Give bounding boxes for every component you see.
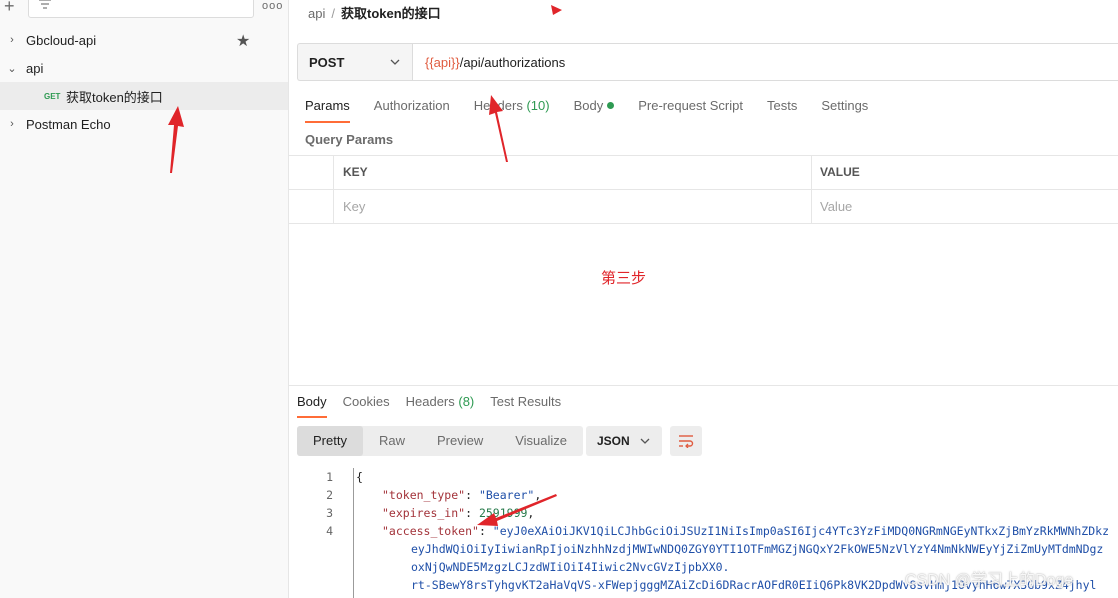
- json-key: "token_type": [382, 488, 466, 502]
- json-string: "eyJ0eXAiOiJKV1QiLCJhbGciOiJSUzI1NiIsImp…: [492, 524, 1109, 538]
- url-path: /api/authorizations: [459, 54, 566, 70]
- table-row: Key Value: [289, 189, 1118, 224]
- line-number: 4: [326, 524, 333, 538]
- format-select[interactable]: JSON: [586, 426, 662, 456]
- chevron-right-icon[interactable]: ›: [6, 118, 18, 130]
- response-tab-body[interactable]: Body: [297, 394, 327, 418]
- format-value: JSON: [597, 434, 630, 448]
- breadcrumb-separator: /: [331, 6, 335, 21]
- tab-count: (10): [526, 98, 550, 113]
- code-line: "expires_in": 2591999,: [382, 506, 535, 520]
- breadcrumb-current[interactable]: 获取token的接口: [341, 6, 441, 21]
- tab-body[interactable]: Body: [574, 98, 615, 122]
- tab-label: Params: [305, 98, 350, 113]
- chevron-down-icon: [390, 59, 400, 65]
- tab-settings[interactable]: Settings: [821, 98, 868, 122]
- method-badge: GET: [44, 91, 61, 101]
- wrap-lines-icon: [679, 435, 694, 448]
- code-line-wrapped: eyJhdWQiOiIyIiwianRpIjoiNzhhNzdjMWIwNDQ0…: [411, 542, 1104, 556]
- tab-label: Headers: [405, 394, 455, 409]
- tab-label: Pre-request Script: [638, 98, 743, 113]
- breadcrumb: api / 获取token的接口: [308, 3, 441, 22]
- tab-tests[interactable]: Tests: [767, 98, 797, 122]
- view-raw-button[interactable]: Raw: [363, 426, 421, 456]
- request-tabs: Params Authorization Headers (10) Body P…: [305, 98, 892, 123]
- url-input[interactable]: {{api}}/api/authorizations: [412, 43, 1118, 81]
- tab-label: Body: [297, 394, 327, 409]
- tab-params[interactable]: Params: [305, 98, 350, 123]
- annotation-step-label: 第三步: [601, 270, 647, 287]
- request-item-get-token[interactable]: GET 获取token的接口: [0, 82, 288, 110]
- tab-label: Body: [573, 98, 604, 113]
- wrap-lines-button[interactable]: [670, 426, 702, 456]
- request-label: 获取token的接口: [66, 89, 163, 105]
- response-tab-cookies[interactable]: Cookies: [343, 394, 390, 416]
- collection-label: Postman Echo: [26, 116, 111, 132]
- code-line: "token_type": "Bearer",: [382, 488, 542, 502]
- tab-label: Test Results: [490, 394, 562, 409]
- json-brace: {: [356, 470, 363, 484]
- response-divider[interactable]: [289, 385, 1118, 386]
- body-indicator-dot-icon: [607, 102, 615, 109]
- tab-label: Cookies: [342, 394, 390, 409]
- json-string: "Bearer": [478, 488, 535, 502]
- view-visualize-button[interactable]: Visualize: [499, 426, 583, 456]
- method-value: POST: [309, 54, 345, 70]
- collection-label: api: [26, 60, 44, 76]
- collection-gbcloud-api[interactable]: › Gbcloud-api ★: [0, 26, 288, 54]
- watermark: CSDN @学习上的Doge: [905, 572, 1074, 589]
- url-variable: {{api}}: [425, 54, 460, 70]
- collection-label: Gbcloud-api: [26, 32, 97, 48]
- response-view-toggle: Pretty Raw Preview Visualize: [297, 426, 584, 456]
- add-icon[interactable]: +: [4, 0, 15, 17]
- chevron-down-icon[interactable]: ⌄: [6, 62, 18, 75]
- tab-count: (8): [458, 394, 475, 409]
- line-number: 1: [326, 470, 333, 484]
- response-tabs: Body Cookies Headers (8) Test Results: [297, 394, 577, 418]
- query-params-title: Query Params: [305, 132, 394, 147]
- table-header-row: KEY VALUE: [289, 155, 1118, 189]
- chevron-down-icon: [640, 438, 650, 444]
- tab-label: Headers: [473, 98, 523, 113]
- param-key-input[interactable]: Key: [333, 190, 820, 223]
- code-line-wrapped: oxNjQwNDE5MzgzLCJzdWIiOiI4Iiwic2NvcGVzIj…: [411, 560, 730, 574]
- code-line: "access_token": "eyJ0eXAiOiJKV1QiLCJhbGc…: [382, 524, 1109, 538]
- chevron-right-icon[interactable]: ›: [6, 34, 18, 46]
- tab-pre-request-script[interactable]: Pre-request Script: [638, 98, 743, 122]
- method-select[interactable]: POST: [297, 43, 412, 81]
- line-number: 2: [326, 488, 333, 502]
- tab-label: Settings: [821, 98, 869, 113]
- json-key: "expires_in": [382, 506, 466, 520]
- star-icon[interactable]: ★: [236, 31, 250, 51]
- response-tab-test-results[interactable]: Test Results: [490, 394, 561, 416]
- line-number: 3: [326, 506, 333, 520]
- tab-headers[interactable]: Headers (10): [474, 98, 550, 122]
- request-panel: api / 获取token的接口 POST {{api}}/api/authoriz…: [289, 0, 1118, 598]
- column-header-key: KEY: [333, 156, 820, 189]
- sidebar-filter-input[interactable]: [28, 0, 254, 18]
- view-pretty-button[interactable]: Pretty: [297, 426, 363, 456]
- column-header-value: VALUE: [811, 156, 1118, 189]
- param-value-input[interactable]: Value: [811, 190, 1118, 223]
- sidebar: + ooo › Gbcloud-api ★ ⌄ api GET 获取token的…: [0, 0, 289, 598]
- json-number: 2591999: [478, 506, 528, 520]
- filter-icon[interactable]: [39, 0, 51, 9]
- tab-label: Authorization: [373, 98, 450, 113]
- sidebar-toolbar: + ooo: [0, 0, 288, 22]
- view-preview-button[interactable]: Preview: [421, 426, 499, 456]
- query-params-table: KEY VALUE Key Value: [289, 155, 1118, 224]
- collection-api[interactable]: ⌄ api: [0, 54, 288, 82]
- more-options-icon[interactable]: ooo: [262, 0, 283, 12]
- collection-postman-echo[interactable]: › Postman Echo: [0, 110, 288, 138]
- breadcrumb-parent[interactable]: api: [308, 6, 325, 21]
- tab-label: Tests: [766, 98, 798, 113]
- response-tab-headers[interactable]: Headers (8): [406, 394, 475, 416]
- code-line: {: [356, 470, 363, 484]
- json-key: "access_token": [382, 524, 479, 538]
- tab-authorization[interactable]: Authorization: [374, 98, 450, 122]
